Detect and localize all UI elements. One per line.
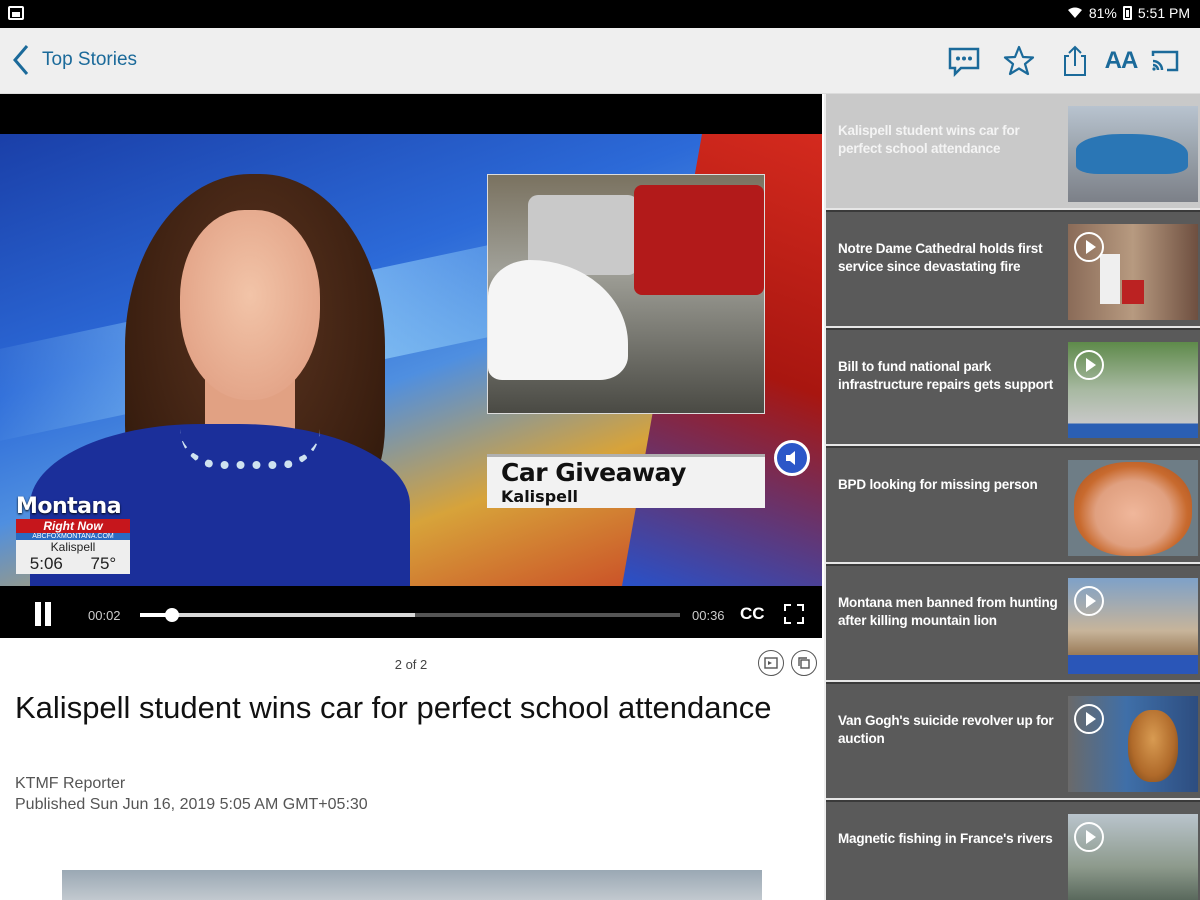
back-label: Top Stories [42, 49, 138, 70]
story-title: Magnetic fishing in France's rivers [838, 831, 1053, 846]
cast-icon [1151, 50, 1179, 72]
related-stories-sidebar: Kalispell student wins car for perfect s… [824, 94, 1200, 900]
lower-third: Car Giveaway Kalispell [487, 454, 765, 508]
chevron-left-icon [13, 45, 29, 75]
time-elapsed: 00:02 [88, 608, 121, 623]
share-button[interactable] [1056, 42, 1094, 80]
station-city: Kalispell [16, 540, 130, 554]
gallery-button[interactable] [758, 650, 784, 676]
fullscreen-icon[interactable] [784, 604, 804, 624]
story-thumbnail [1068, 106, 1198, 202]
story-thumbnail [1068, 224, 1198, 320]
play-icon [1074, 704, 1104, 734]
comments-button[interactable] [945, 42, 983, 80]
play-icon [1074, 586, 1104, 616]
story-item[interactable]: Van Gogh's suicide revolver up for aucti… [826, 684, 1200, 800]
article: 2 of 2 Kalispell student wins car for pe… [0, 638, 822, 900]
article-headline: Kalispell student wins car for perfect s… [15, 690, 772, 725]
time-total: 00:36 [692, 608, 725, 623]
story-item[interactable]: Notre Dame Cathedral holds first service… [826, 212, 1200, 328]
story-item[interactable]: Bill to fund national park infrastructur… [826, 330, 1200, 446]
story-title: Montana men banned from hunting after ki… [838, 595, 1058, 628]
font-size-icon: AA [1104, 47, 1139, 74]
story-thumbnail [1068, 460, 1198, 556]
star-icon [1003, 45, 1035, 76]
copy-icon [798, 657, 810, 669]
story-item[interactable]: Kalispell student wins car for perfect s… [826, 94, 1200, 210]
font-size-button[interactable]: AA [1102, 42, 1140, 80]
play-icon [1074, 232, 1104, 262]
station-time: 5:06 [29, 554, 63, 573]
closed-captions-button[interactable]: CC [740, 604, 765, 624]
story-thumbnail [1068, 342, 1198, 438]
story-thumbnail [1068, 814, 1198, 900]
copy-button[interactable] [791, 650, 817, 676]
story-title: Kalispell student wins car for perfect s… [838, 123, 1020, 156]
play-icon [1074, 350, 1104, 380]
lower-third-subtitle: Kalispell [501, 487, 578, 506]
video-frame[interactable]: Car Giveaway Kalispell Montana Right Now… [0, 134, 822, 586]
story-title: Notre Dame Cathedral holds first service… [838, 241, 1043, 274]
media-counter: 2 of 2 [394, 657, 428, 672]
story-item[interactable]: BPD looking for missing person [826, 448, 1200, 564]
play-icon [1074, 822, 1104, 852]
article-published: Published Sun Jun 16, 2019 5:05 AM GMT+0… [15, 796, 368, 813]
story-title: BPD looking for missing person [838, 477, 1038, 492]
status-indicators: 81% 5:51 PM [1067, 5, 1190, 21]
story-title: Van Gogh's suicide revolver up for aucti… [838, 713, 1054, 746]
video-player[interactable]: Car Giveaway Kalispell Montana Right Now… [0, 94, 822, 638]
story-item[interactable]: Montana men banned from hunting after ki… [826, 566, 1200, 682]
favorite-button[interactable] [1000, 42, 1038, 80]
station-bug: Montana Right Now ABCFOXMONTANA.COM Kali… [16, 494, 130, 586]
inset-image [487, 174, 765, 414]
story-title: Bill to fund national park infrastructur… [838, 359, 1054, 392]
pause-button[interactable] [32, 602, 54, 626]
story-thumbnail [1068, 578, 1198, 674]
station-time-temp: 5:06 75° [16, 554, 130, 574]
back-button[interactable]: Top Stories [10, 42, 137, 78]
video-controls: 00:02 00:36 CC [0, 592, 822, 638]
gallery-icon [764, 657, 778, 669]
lower-third-title: Car Giveaway [501, 458, 686, 487]
progress-thumb[interactable] [165, 608, 180, 622]
gallery-notification-icon [8, 6, 24, 20]
battery-percent: 81% [1088, 5, 1117, 21]
wifi-icon [1067, 7, 1082, 18]
progress-buffered [140, 613, 416, 617]
battery-icon [1122, 6, 1132, 20]
cast-button[interactable] [1146, 42, 1184, 80]
station-temp: 75° [90, 554, 117, 573]
story-item[interactable]: Magnetic fishing in France's rivers [826, 802, 1200, 900]
station-tagline: Right Now [16, 519, 130, 533]
station-name: Montana [16, 494, 122, 519]
progress-bar[interactable] [140, 608, 680, 622]
story-thumbnail [1068, 696, 1198, 792]
station-logo-icon [774, 440, 810, 476]
byline: KTMF Reporter Published Sun Jun 16, 2019… [15, 773, 368, 815]
share-icon [1064, 45, 1086, 76]
article-image[interactable] [62, 870, 762, 900]
clock: 5:51 PM [1137, 5, 1190, 21]
status-bar: 81% 5:51 PM [0, 0, 1200, 28]
toolbar: Top Stories AA [0, 28, 1200, 94]
article-author: KTMF Reporter [15, 775, 126, 792]
comments-icon [948, 47, 980, 78]
station-url: ABCFOXMONTANA.COM [16, 533, 130, 540]
